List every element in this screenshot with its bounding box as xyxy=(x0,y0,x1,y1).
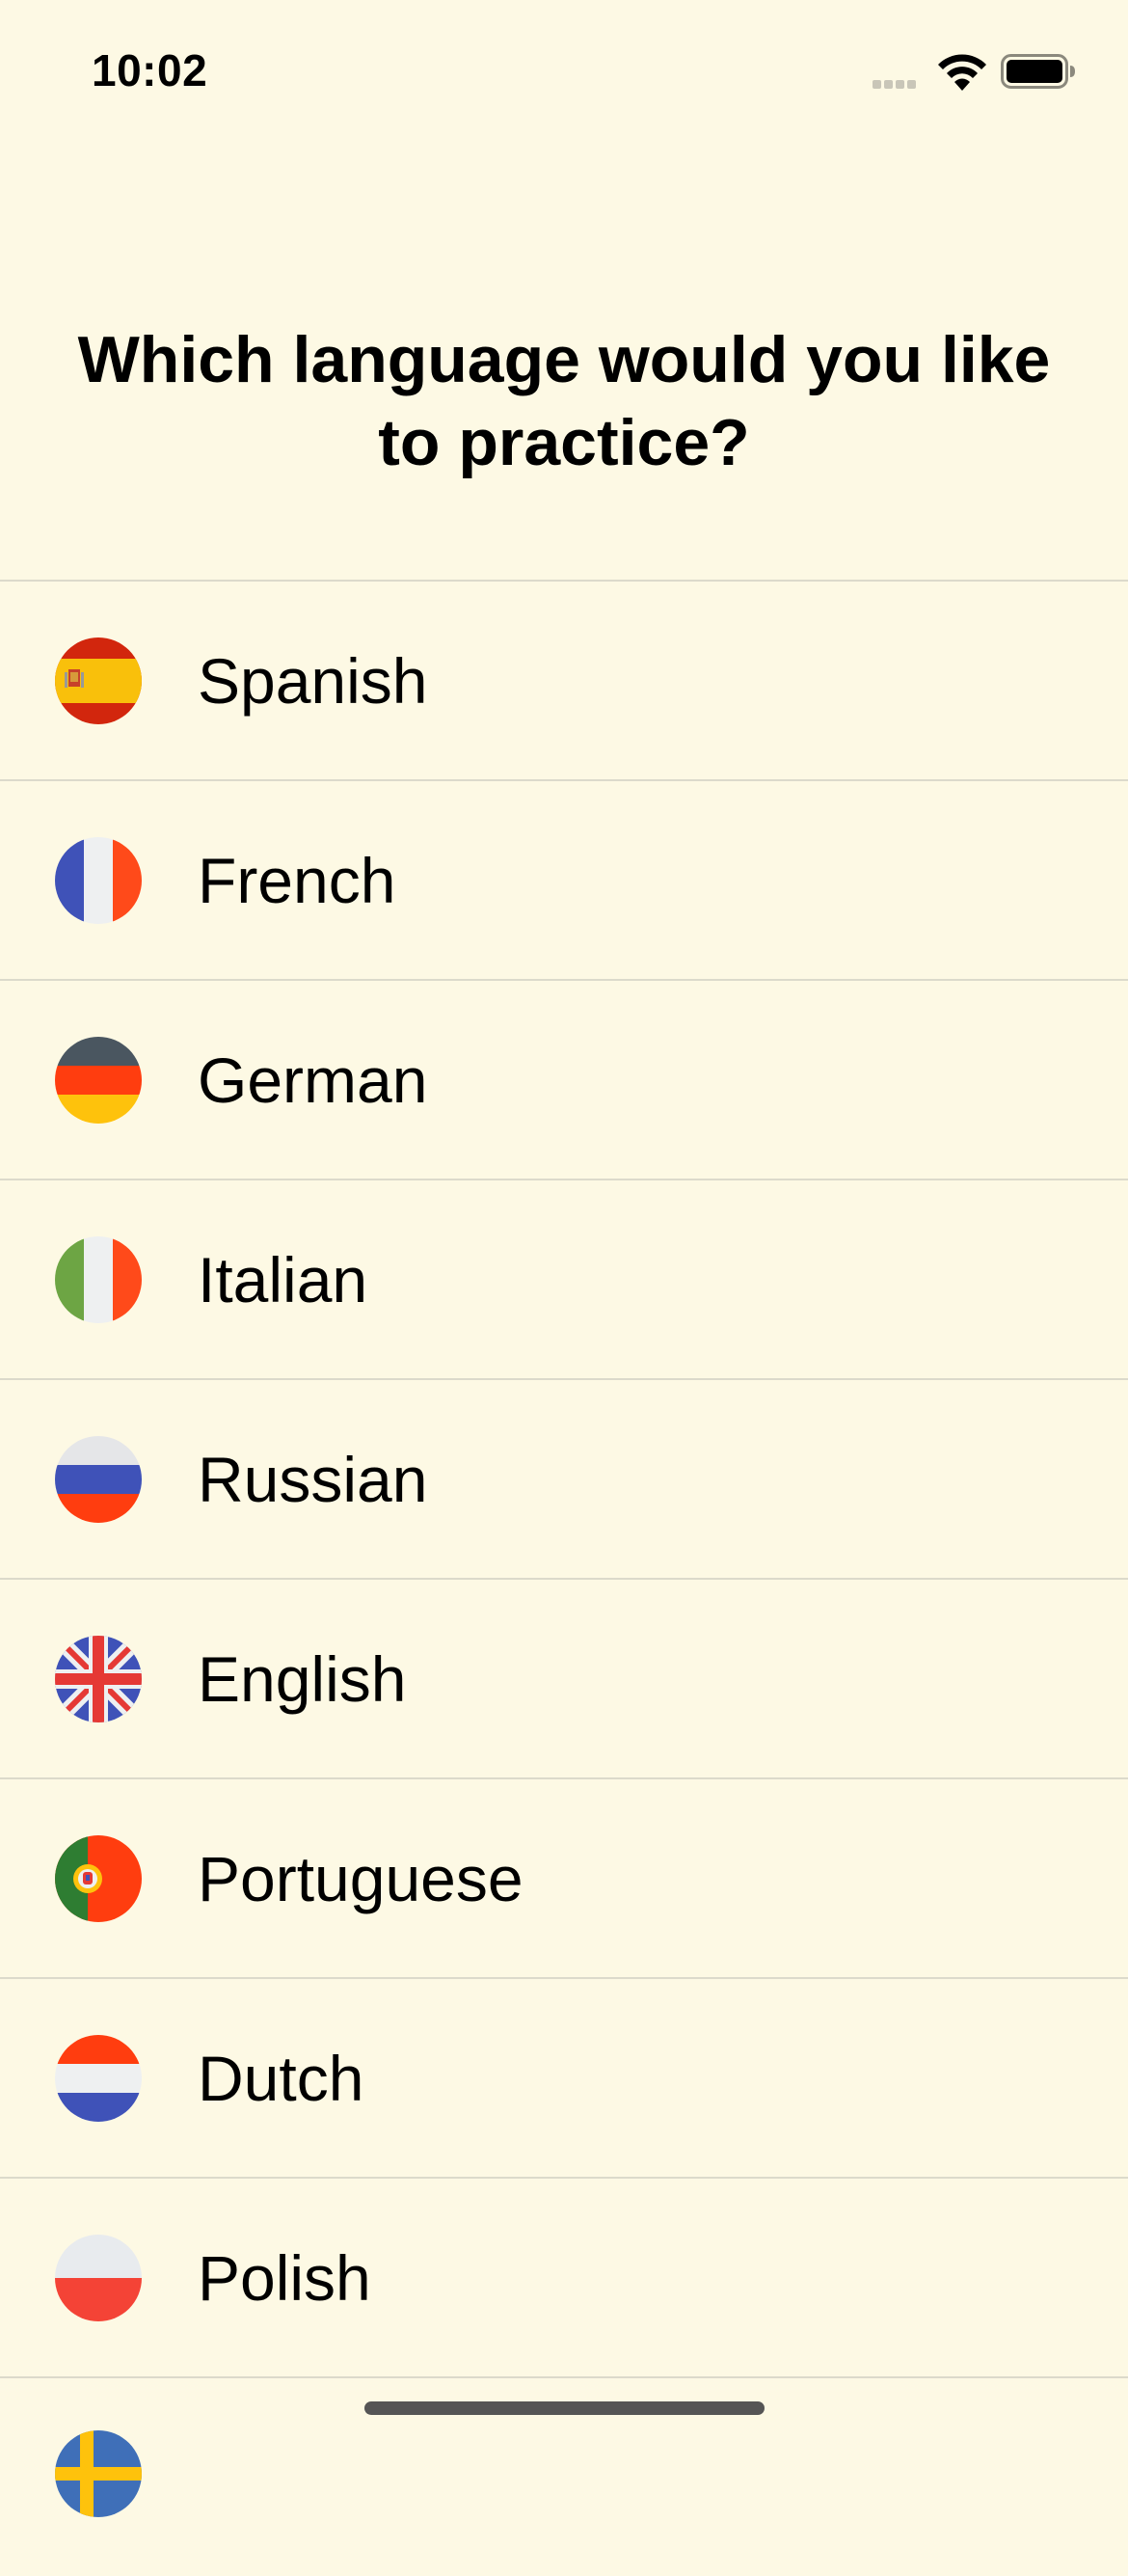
language-label: German xyxy=(198,1044,428,1116)
netherlands-flag-icon xyxy=(55,2034,142,2122)
language-label: Italian xyxy=(198,1243,368,1315)
language-label: Polish xyxy=(198,2241,371,2314)
language-option-dutch[interactable]: Dutch xyxy=(0,1979,1128,2179)
language-label: Russian xyxy=(198,1443,428,1515)
language-option-russian[interactable]: Russian xyxy=(0,1380,1128,1580)
home-indicator[interactable] xyxy=(364,2401,765,2415)
language-label: Dutch xyxy=(198,2042,364,2114)
language-option-polish[interactable]: Polish xyxy=(0,2179,1128,2378)
language-option-french[interactable]: French xyxy=(0,781,1128,981)
language-option-italian[interactable]: Italian xyxy=(0,1180,1128,1380)
sweden-flag-icon xyxy=(55,2430,142,2517)
status-time: 10:02 xyxy=(92,45,208,95)
russia-flag-icon xyxy=(55,1435,142,1523)
language-option-portuguese[interactable]: Portuguese xyxy=(0,1779,1128,1979)
uk-flag-icon xyxy=(55,1635,142,1722)
page-title: Which language would you like to practic… xyxy=(77,323,1051,479)
language-option-spanish[interactable]: Spanish xyxy=(0,582,1128,781)
france-flag-icon xyxy=(55,836,142,924)
language-label: Portuguese xyxy=(198,1842,524,1914)
language-label: English xyxy=(198,1642,407,1715)
poland-flag-icon xyxy=(55,2234,142,2321)
battery-icon xyxy=(1001,54,1075,89)
wifi-icon xyxy=(938,54,986,91)
portugal-flag-icon xyxy=(55,1834,142,1922)
italy-flag-icon xyxy=(55,1235,142,1323)
language-label: French xyxy=(198,844,396,916)
status-bar: 10:02 xyxy=(0,0,1128,145)
language-option-english[interactable]: English xyxy=(0,1580,1128,1779)
language-option-german[interactable]: German xyxy=(0,981,1128,1180)
spain-flag-icon xyxy=(55,637,142,724)
language-list: Spanish French German Italian Russian En… xyxy=(0,580,1128,2576)
language-label: Spanish xyxy=(198,644,428,717)
germany-flag-icon xyxy=(55,1036,142,1124)
cellular-signal-icon xyxy=(873,80,927,90)
